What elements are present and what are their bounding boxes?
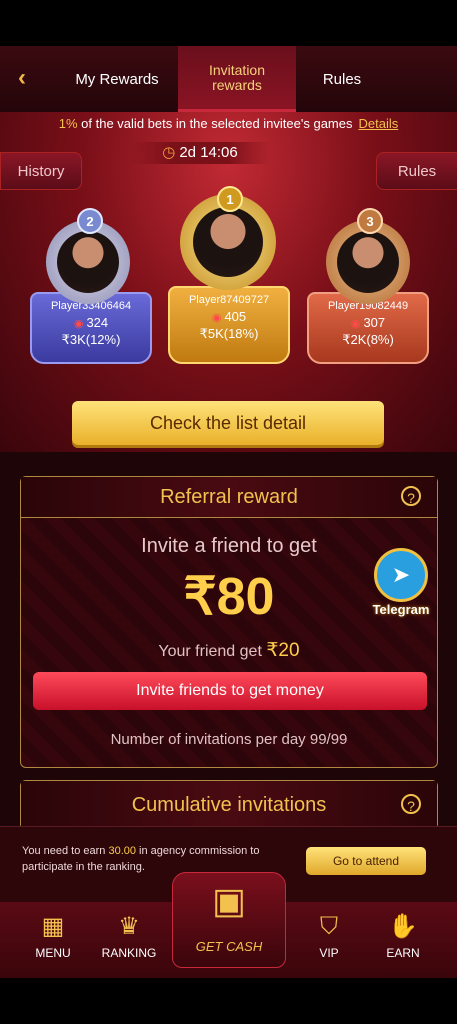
nav-menu[interactable]: ▦ MENU	[16, 902, 90, 978]
nav-vip[interactable]: ⛉ VIP	[292, 902, 366, 978]
player-score: ◉ 405	[211, 309, 247, 324]
details-link[interactable]: Details	[358, 116, 398, 131]
cumulative-invitations-title: Cumulative invitations	[131, 793, 327, 816]
nav-earn[interactable]: ✋ EARN	[366, 902, 440, 978]
go-to-attend-button[interactable]: Go to attend	[306, 847, 426, 875]
tab-my-rewards[interactable]: My Rewards	[60, 46, 174, 112]
player-score: ◉ 324	[73, 315, 109, 330]
avatar-image	[193, 207, 263, 277]
chip-icon: ◉	[211, 312, 222, 324]
handshake-icon: ✋	[388, 913, 418, 940]
commission-percent: 1%	[58, 116, 78, 131]
nav-ranking[interactable]: ♛ RANKING	[92, 902, 166, 978]
help-icon[interactable]: ?	[401, 486, 421, 506]
commission-text: of the valid bets in the selected invite…	[77, 116, 353, 131]
system-nav-bar	[0, 978, 457, 1024]
player-name: Player87409727	[188, 294, 270, 306]
invitations-per-day: Number of invitations per day 99/99	[110, 731, 348, 748]
nav-get-cash[interactable]: ▣ GET CASH	[172, 872, 286, 968]
friend-reward: Your friend get ₹20	[158, 640, 300, 661]
vip-shield-icon: ⛉	[320, 913, 338, 940]
rank-badge: 1	[217, 186, 243, 212]
ranking-hero: 1% of the valid bets in the selected inv…	[0, 112, 457, 452]
commission-info: 1% of the valid bets in the selected inv…	[0, 116, 457, 131]
tab-rules[interactable]: Rules	[300, 46, 384, 112]
referral-reward-card: Referral reward ? Invite a friend to get…	[20, 476, 438, 768]
menu-grid-icon: ▦	[41, 913, 65, 940]
back-icon[interactable]: ‹	[18, 66, 42, 90]
rank-badge: 2	[77, 208, 103, 234]
status-bar	[0, 0, 457, 46]
rules-button[interactable]: Rules	[376, 152, 457, 190]
header: ‹ My Rewards Invitation rewards Rules	[0, 46, 457, 113]
cumulative-invitations-card[interactable]: Cumulative invitations ?	[20, 780, 438, 830]
player-score: ◉ 307	[350, 315, 386, 330]
trophy-icon: ♛	[118, 913, 140, 940]
timer-value: 2d 14:06	[179, 144, 238, 161]
history-button[interactable]: History	[0, 152, 82, 190]
chip-icon: ◉	[73, 318, 84, 330]
referral-reward-header: Referral reward ?	[21, 477, 437, 518]
rank-badge: 3	[357, 208, 383, 234]
referral-reward-title: Referral reward	[160, 485, 298, 508]
treasure-chest-icon: ▣	[211, 880, 246, 921]
invite-friends-button[interactable]: Invite friends to get money	[33, 672, 427, 710]
podium-rank-1[interactable]: Player87409727 ◉ 405 ₹5K(18%)	[168, 286, 290, 364]
chip-icon: ◉	[350, 318, 361, 330]
notice-text: You need to earn 30.00 in agency commiss…	[22, 845, 260, 873]
check-list-detail-button[interactable]: Check the list detail	[72, 401, 384, 445]
avatar-image	[337, 231, 399, 293]
player-amount: ₹5K(18%)	[199, 326, 259, 341]
countdown-timer: ◷ 2d 14:06	[130, 142, 270, 164]
avatar-image	[57, 231, 119, 293]
telegram-label: Telegram	[372, 602, 430, 617]
clock-icon: ◷	[162, 144, 176, 161]
help-icon[interactable]: ?	[401, 794, 421, 814]
telegram-icon: ➤	[374, 548, 428, 602]
cumulative-invitations-header: Cumulative invitations ?	[21, 781, 437, 829]
player-amount: ₹2K(8%)	[342, 332, 394, 347]
telegram-button[interactable]: ➤ Telegram	[360, 548, 440, 618]
player-amount: ₹3K(12%)	[61, 332, 121, 347]
tab-invitation-rewards[interactable]: Invitation rewards	[178, 46, 296, 112]
